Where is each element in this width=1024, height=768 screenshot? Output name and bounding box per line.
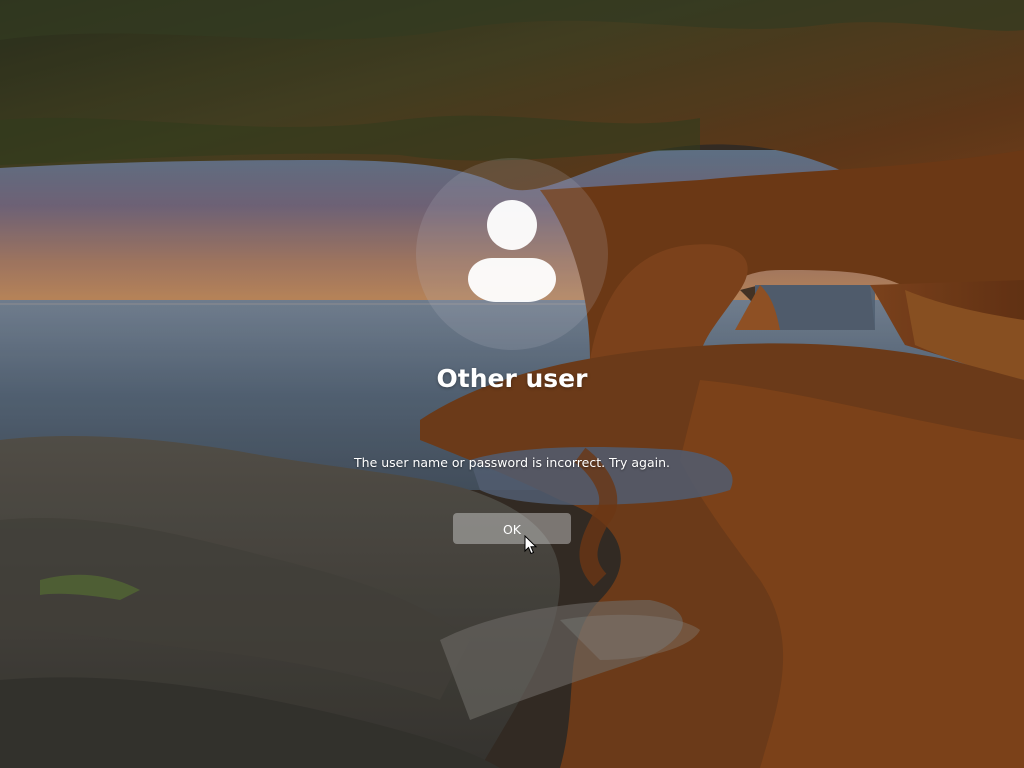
mouse-pointer-icon (524, 535, 538, 555)
ok-button[interactable]: OK (453, 513, 571, 544)
login-panel: Other user The user name or password is … (0, 0, 1024, 768)
lock-screen: Other user The user name or password is … (0, 0, 1024, 768)
user-avatar-icon (468, 200, 556, 302)
user-name: Other user (436, 364, 588, 393)
error-message: The user name or password is incorrect. … (354, 455, 670, 470)
user-avatar (416, 158, 608, 350)
